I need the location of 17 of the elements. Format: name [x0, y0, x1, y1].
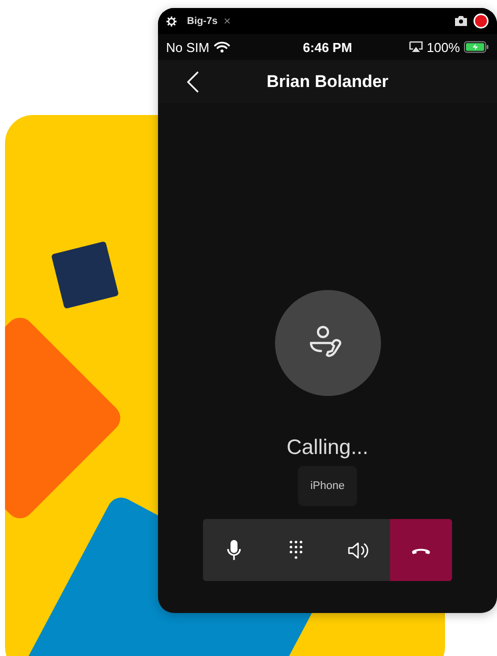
carrier-text: No SIM — [166, 40, 210, 54]
close-icon[interactable]: × — [224, 14, 231, 28]
settings-icon[interactable] — [166, 16, 177, 26]
screen-mirror-icon — [408, 41, 423, 53]
dialpad-icon — [289, 540, 304, 560]
simulator-tab[interactable]: Big-7s — [187, 16, 218, 26]
battery-percent-text: 100% — [426, 40, 460, 54]
clock-text: 6:46 PM — [302, 40, 352, 54]
record-icon[interactable] — [473, 13, 489, 29]
battery-charging-icon — [464, 41, 489, 53]
microphone-icon — [227, 539, 242, 561]
speaker-icon — [348, 542, 370, 558]
wifi-icon — [214, 41, 230, 53]
call-status-text: Calling... — [286, 436, 368, 460]
camera-icon[interactable] — [455, 16, 467, 26]
device-label: iPhone — [298, 466, 357, 506]
contact-name: Brian Bolander — [266, 72, 388, 92]
